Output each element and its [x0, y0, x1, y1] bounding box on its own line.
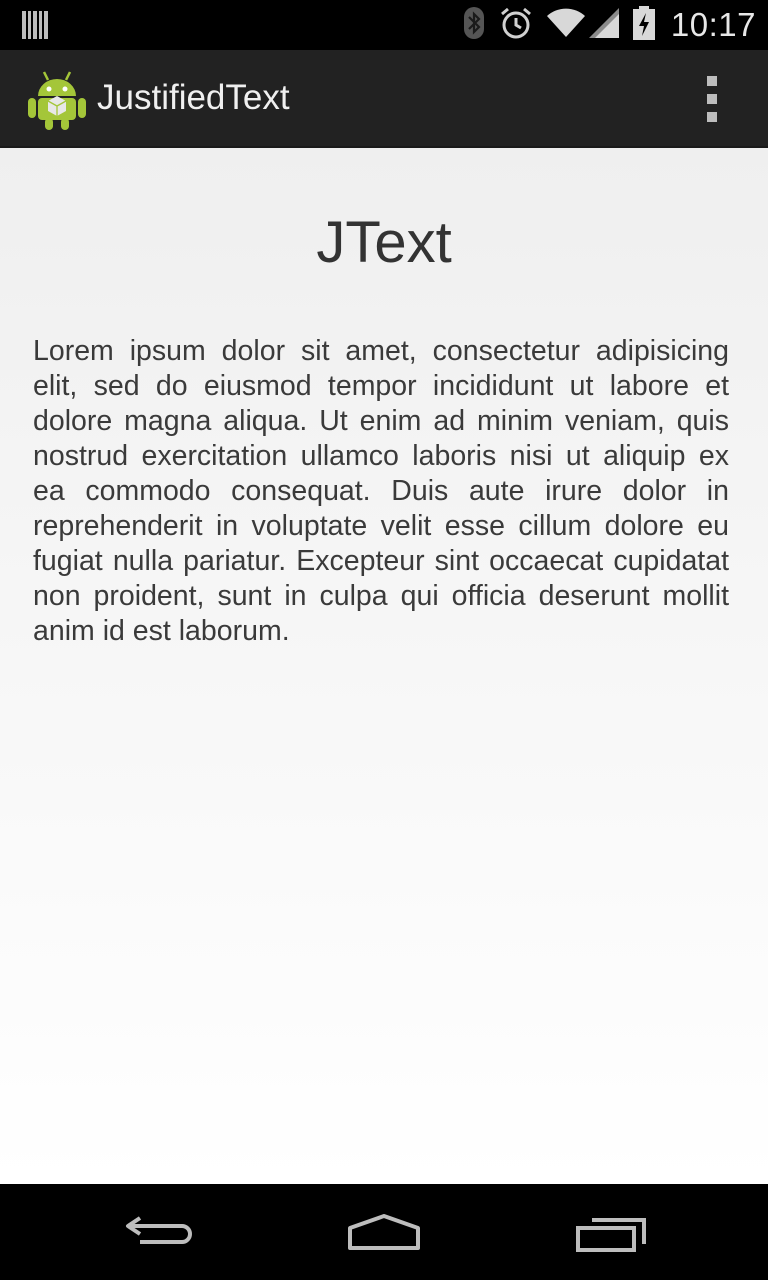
recent-apps-icon[interactable] [570, 1206, 650, 1258]
action-bar: JustifiedText [0, 50, 768, 148]
wifi-icon [546, 8, 585, 43]
home-icon[interactable] [344, 1206, 424, 1258]
battery-charging-icon [632, 5, 655, 45]
page-title: JText [316, 210, 452, 275]
overflow-menu-icon[interactable] [700, 76, 724, 122]
app-title: JustifiedText [97, 78, 290, 117]
status-bar: 10:17 [0, 0, 768, 50]
alarm-icon [499, 6, 533, 45]
navigation-bar [0, 1184, 768, 1280]
android-robot-icon[interactable] [28, 66, 86, 130]
bluetooth-icon [463, 6, 485, 45]
cell-signal-icon [588, 7, 619, 43]
status-time: 10:17 [670, 6, 756, 43]
main-content: JText Lorem ipsum dolor sit amet, consec… [0, 148, 768, 1184]
barcode-notification-icon [22, 11, 48, 44]
back-icon[interactable] [120, 1206, 200, 1258]
justified-paragraph: Lorem ipsum dolor sit amet, consectetur … [33, 335, 729, 647]
